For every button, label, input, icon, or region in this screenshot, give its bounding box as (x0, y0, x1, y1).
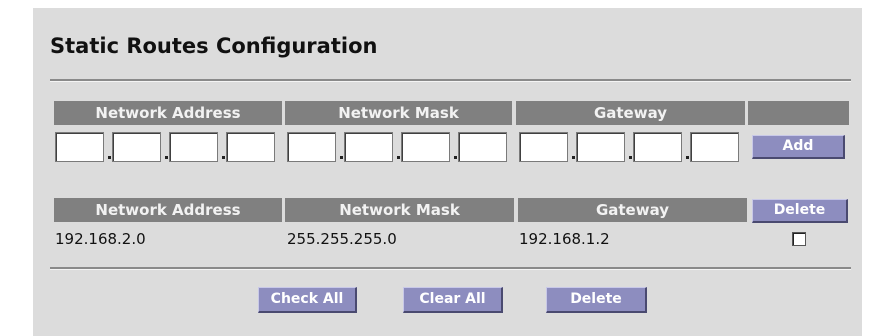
routes-header-gateway: Gateway (518, 198, 747, 222)
octet-separator (686, 156, 689, 159)
network-mask-octet-2[interactable] (344, 132, 393, 162)
routes-header-network-mask: Network Mask (285, 198, 514, 222)
network-mask-octet-1[interactable] (287, 132, 336, 162)
octet-separator (629, 156, 632, 159)
network-mask-octet-3[interactable] (401, 132, 450, 162)
octet-separator (572, 156, 575, 159)
delete-column-header: Delete (752, 199, 848, 223)
octet-separator (340, 156, 343, 159)
route-gateway: 192.168.1.2 (519, 230, 610, 248)
network-address-octet-3[interactable] (169, 132, 218, 162)
delete-button[interactable]: Delete (546, 287, 647, 313)
entry-header-network-mask: Network Mask (285, 101, 512, 125)
gateway-octet-4[interactable] (690, 132, 739, 162)
routes-divider (50, 267, 851, 270)
clear-all-button[interactable]: Clear All (403, 287, 503, 313)
network-address-octet-1[interactable] (55, 132, 104, 162)
check-all-button[interactable]: Check All (258, 287, 357, 313)
route-select-checkbox[interactable] (792, 232, 806, 246)
entry-header-action (748, 101, 849, 125)
network-address-octet-4[interactable] (226, 132, 275, 162)
entry-header-gateway: Gateway (516, 101, 745, 125)
octet-separator (222, 156, 225, 159)
gateway-octet-3[interactable] (633, 132, 682, 162)
network-mask-octet-4[interactable] (458, 132, 507, 162)
route-network-address: 192.168.2.0 (55, 230, 146, 248)
network-address-octet-2[interactable] (112, 132, 161, 162)
entry-header-network-address: Network Address (54, 101, 282, 125)
octet-separator (454, 156, 457, 159)
octet-separator (108, 156, 111, 159)
octet-separator (397, 156, 400, 159)
add-button[interactable]: Add (752, 135, 845, 159)
title-divider (50, 79, 851, 82)
routes-header-network-address: Network Address (54, 198, 282, 222)
octet-separator (165, 156, 168, 159)
route-network-mask: 255.255.255.0 (287, 230, 397, 248)
gateway-octet-1[interactable] (519, 132, 568, 162)
page-title: Static Routes Configuration (50, 34, 378, 58)
gateway-octet-2[interactable] (576, 132, 625, 162)
